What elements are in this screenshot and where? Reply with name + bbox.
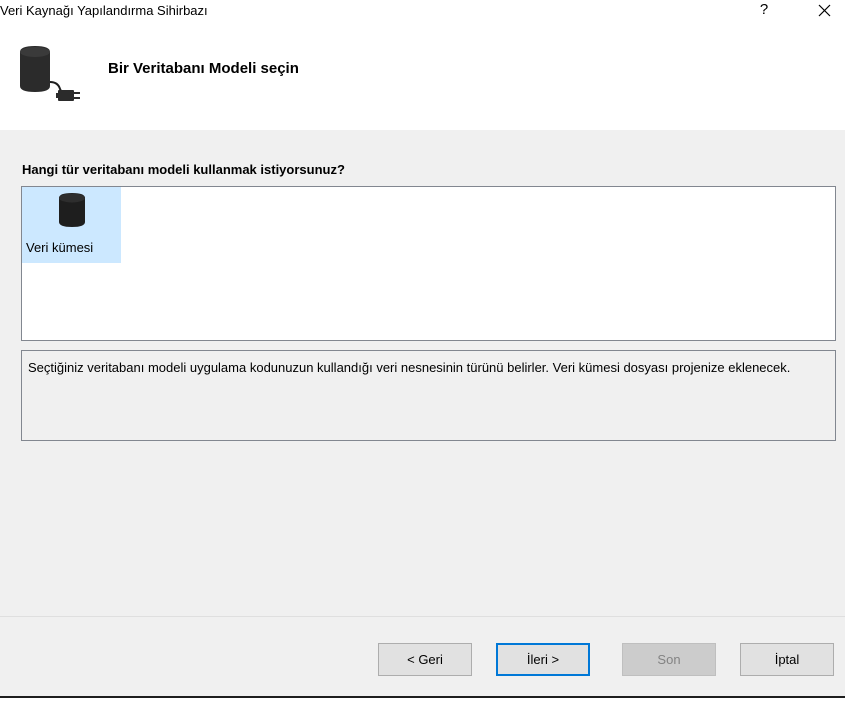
wizard-window: Veri Kaynağı Yapılandırma Sihirbazı ? Bi…	[0, 0, 845, 701]
cancel-button[interactable]: İptal	[740, 643, 834, 676]
wizard-body: Hangi tür veritabanı modeli kullanmak is…	[0, 130, 845, 616]
next-button[interactable]: İleri >	[496, 643, 590, 676]
wizard-footer: < Geri İleri > Son İptal	[0, 616, 845, 697]
title-bar: Veri Kaynağı Yapılandırma Sihirbazı ?	[0, 0, 845, 22]
help-button[interactable]: ?	[754, 0, 774, 20]
close-button[interactable]	[812, 0, 838, 22]
model-item-dataset[interactable]: Veri kümesi	[22, 187, 121, 263]
model-item-label: Veri kümesi	[26, 240, 94, 255]
database-icon	[59, 193, 85, 227]
back-button[interactable]: < Geri	[378, 643, 472, 676]
model-question: Hangi tür veritabanı modeli kullanmak is…	[22, 162, 345, 177]
bottom-divider	[0, 696, 845, 698]
close-icon	[818, 4, 831, 17]
database-plug-icon	[20, 46, 80, 101]
description-box: Seçtiğiniz veritabanı modeli uygulama ko…	[21, 350, 836, 441]
finish-button: Son	[622, 643, 716, 676]
window-title: Veri Kaynağı Yapılandırma Sihirbazı	[0, 3, 208, 18]
wizard-header: Bir Veritabanı Modeli seçin	[0, 22, 845, 130]
description-text: Seçtiğiniz veritabanı modeli uygulama ko…	[28, 360, 791, 375]
model-list[interactable]: Veri kümesi	[21, 186, 836, 341]
page-title: Bir Veritabanı Modeli seçin	[108, 60, 299, 77]
